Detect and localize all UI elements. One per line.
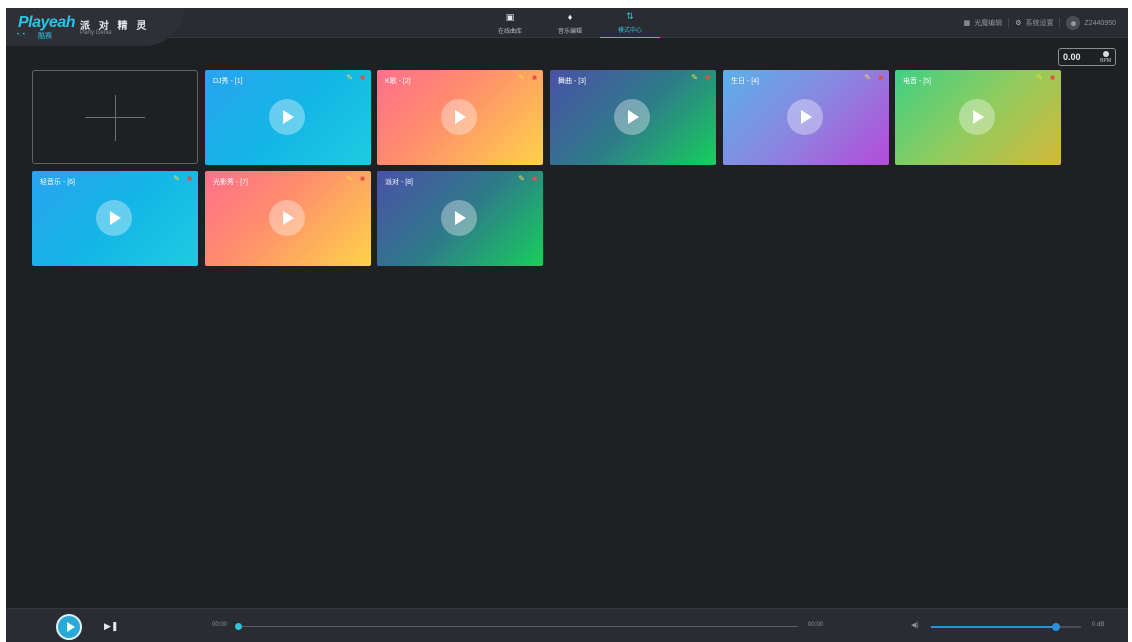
mode-card-title: 派对 - [8]: [385, 179, 414, 186]
progress-slider[interactable]: [235, 623, 798, 630]
edit-icon[interactable]: ✎: [173, 174, 180, 183]
play-icon[interactable]: [269, 99, 305, 135]
edit-icon[interactable]: ✎: [864, 73, 871, 82]
main-play-button[interactable]: [56, 614, 82, 640]
main-nav: ▣ 在线曲库 ♦ 音乐编辑 ⇅ 模式中心: [480, 8, 660, 38]
tab-label: 音乐编辑: [557, 28, 582, 35]
current-time: 00:00: [212, 622, 228, 628]
trash-icon[interactable]: ■: [532, 73, 537, 82]
mode-card-dj-show[interactable]: DJ秀 - [1] ✎ ■: [205, 70, 371, 165]
trash-icon[interactable]: ■: [1050, 73, 1055, 82]
play-icon[interactable]: [441, 99, 477, 135]
sliders-icon: ⇅: [626, 11, 634, 21]
edit-icon[interactable]: ✎: [518, 174, 525, 183]
play-icon[interactable]: [441, 200, 477, 236]
next-track-icon[interactable]: ▶❚: [104, 621, 118, 632]
add-mode-button[interactable]: [32, 70, 198, 164]
light-edit-button[interactable]: ▦ 光魔编辑: [958, 18, 1010, 28]
logo-sub: 酷赛: [38, 33, 52, 40]
volume-fill: [931, 626, 1056, 628]
logo-area: Playeah •.• 酷赛 派 对 精 灵 Party Genie: [6, 8, 184, 46]
toolbar-right: ▦ 光魔编辑 ⚙ 系统设置 ☻ Z2440950: [958, 8, 1116, 38]
play-icon[interactable]: [959, 99, 995, 135]
logo: Playeah: [18, 14, 75, 31]
gift-icon: ▣: [505, 11, 515, 22]
trash-icon[interactable]: ■: [187, 174, 192, 183]
light-edit-label: 光魔编辑: [974, 20, 1003, 27]
mode-card-birthday[interactable]: 生日 - [4] ✎ ■: [723, 70, 889, 165]
top-bar: Playeah •.• 酷赛 派 对 精 灵 Party Genie ▣ 在线曲…: [6, 8, 1128, 46]
logo-dots: •.•: [17, 32, 26, 38]
app-name-en: Party Genie: [80, 30, 112, 36]
play-icon[interactable]: [96, 200, 132, 236]
total-time: 00:00: [808, 622, 824, 628]
edit-icon[interactable]: ✎: [691, 73, 698, 82]
mode-card-title: 轻音乐 - [6]: [40, 179, 76, 186]
edit-icon[interactable]: ✎: [518, 73, 525, 82]
mode-card-title: K歌 - [2]: [385, 78, 411, 85]
plus-icon-vertical: [115, 95, 116, 141]
tab-label: 在线曲库: [497, 28, 522, 35]
volume-value: 0 dB: [1092, 622, 1105, 628]
edit-icon[interactable]: ✎: [346, 73, 353, 82]
mode-card-light-music[interactable]: 轻音乐 - [6] ✎ ■: [32, 171, 198, 266]
settings-label: 系统设置: [1025, 20, 1054, 27]
bpm-unit: BPM: [1100, 57, 1111, 64]
app-window: Playeah •.• 酷赛 派 对 精 灵 Party Genie ▣ 在线曲…: [6, 8, 1128, 642]
mode-card-party[interactable]: 派对 - [8] ✎ ■: [377, 171, 543, 266]
tab-mode-center[interactable]: ⇅ 模式中心: [600, 8, 660, 38]
play-icon[interactable]: [787, 99, 823, 135]
mode-card-title: 光影秀 - [7]: [213, 179, 249, 186]
trash-icon[interactable]: ■: [532, 174, 537, 183]
trash-icon[interactable]: ■: [360, 73, 365, 82]
tab-label: 模式中心: [617, 28, 642, 34]
edit-icon[interactable]: ✎: [1036, 73, 1043, 82]
player-bar: ▶❚ 00:00 00:00 ◀) 0 dB: [6, 608, 1128, 642]
bpm-indicator-icon: [1102, 50, 1109, 57]
user-menu[interactable]: ☻ Z2440950: [1060, 16, 1116, 30]
tab-music-edit[interactable]: ♦ 音乐编辑: [540, 8, 600, 38]
mode-card-light-show[interactable]: 光影秀 - [7] ✎ ■: [205, 171, 371, 266]
bpm-unit-block: BPM: [1100, 50, 1111, 64]
trash-icon[interactable]: ■: [705, 73, 710, 82]
settings-button[interactable]: ⚙ 系统设置: [1009, 18, 1061, 28]
mode-card-title: 生日 - [4]: [731, 78, 760, 85]
mode-card-title: 舞曲 - [3]: [558, 78, 587, 85]
volume-icon[interactable]: ◀): [911, 621, 919, 629]
play-icon[interactable]: [614, 99, 650, 135]
progress-knob[interactable]: [235, 623, 242, 630]
trash-icon[interactable]: ■: [878, 73, 883, 82]
bpm-value: 0.00: [1063, 52, 1081, 62]
mode-card-title: 电音 - [5]: [903, 78, 932, 85]
waveform-icon: ♦: [567, 11, 573, 22]
mode-card-dance[interactable]: 舞曲 - [3] ✎ ■: [550, 70, 716, 165]
mode-card-karaoke[interactable]: K歌 - [2] ✎ ■: [377, 70, 543, 165]
grid-icon: ▦: [963, 20, 971, 27]
mode-card-electronic[interactable]: 电音 - [5] ✎ ■: [895, 70, 1061, 165]
bpm-display: 0.00 BPM: [1058, 48, 1116, 66]
play-icon[interactable]: [269, 200, 305, 236]
volume-knob[interactable]: [1051, 623, 1060, 631]
edit-icon[interactable]: ✎: [346, 174, 353, 183]
gear-icon: ⚙: [1015, 20, 1022, 27]
volume-slider[interactable]: [931, 623, 1081, 631]
tab-online-library[interactable]: ▣ 在线曲库: [480, 8, 540, 38]
user-id: Z2440950: [1084, 19, 1116, 27]
mode-card-title: DJ秀 - [1]: [213, 78, 243, 85]
trash-icon[interactable]: ■: [360, 174, 365, 183]
avatar: ☻: [1066, 16, 1081, 30]
